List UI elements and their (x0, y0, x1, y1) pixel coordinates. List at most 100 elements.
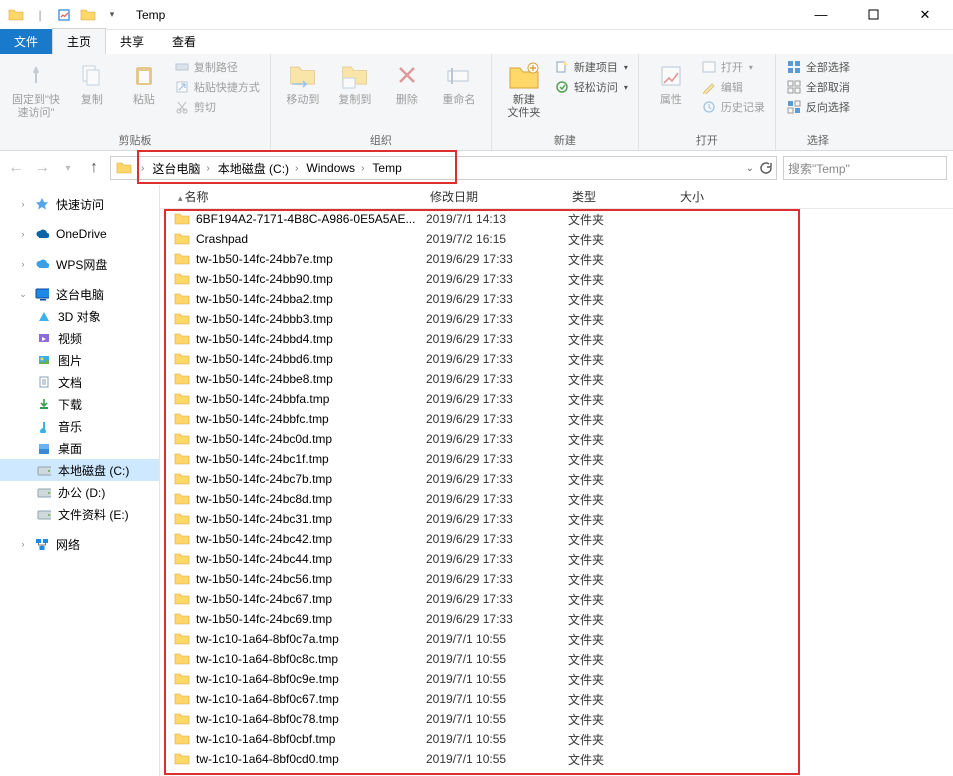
properties-icon (655, 60, 687, 92)
select-none-icon (786, 79, 802, 95)
search-input[interactable]: 搜索"Temp" (783, 156, 947, 180)
recent-dropdown[interactable]: ▾ (58, 163, 78, 174)
file-name: tw-1c10-1a64-8bf0c7a.tmp (196, 632, 426, 646)
file-row[interactable]: Crashpad2019/7/2 16:15文件夹 (160, 229, 953, 249)
paste-shortcut-button[interactable]: 粘贴快捷方式 (174, 78, 260, 96)
sidebar-item-pc-sub[interactable]: 音乐 (0, 415, 159, 437)
sidebar-item-pc-sub[interactable]: 桌面 (0, 437, 159, 459)
file-row[interactable]: 6BF194A2-7171-4B8C-A986-0E5A5AE...2019/7… (160, 209, 953, 229)
file-row[interactable]: tw-1b50-14fc-24bbd6.tmp2019/6/29 17:33文件… (160, 349, 953, 369)
address-bar[interactable]: › 这台电脑› 本地磁盘 (C:)› Windows› Temp ⌄ (110, 156, 777, 180)
forward-button[interactable]: → (32, 159, 52, 177)
sidebar-item-drive-e[interactable]: 文件资料 (E:) (0, 503, 159, 525)
file-row[interactable]: tw-1b50-14fc-24bc8d.tmp2019/6/29 17:33文件… (160, 489, 953, 509)
chevron-down-icon[interactable]: ▾ (102, 5, 122, 25)
sidebar-item-drive-c[interactable]: 本地磁盘 (C:) (0, 459, 159, 481)
tab-home[interactable]: 主页 (52, 28, 106, 54)
file-row[interactable]: tw-1b50-14fc-24bc42.tmp2019/6/29 17:33文件… (160, 529, 953, 549)
col-type[interactable]: 类型 (554, 188, 662, 205)
move-to-button[interactable]: 移动到 (281, 58, 325, 109)
file-row[interactable]: tw-1b50-14fc-24bc1f.tmp2019/6/29 17:33文件… (160, 449, 953, 469)
folder-icon (174, 211, 190, 227)
select-none-button[interactable]: 全部取消 (786, 78, 850, 96)
file-row[interactable]: tw-1b50-14fc-24bbd4.tmp2019/6/29 17:33文件… (160, 329, 953, 349)
sidebar-item-quickaccess[interactable]: ›快速访问 (0, 193, 159, 215)
file-row[interactable]: tw-1c10-1a64-8bf0c8c.tmp2019/7/1 10:55文件… (160, 649, 953, 669)
file-row[interactable]: tw-1b50-14fc-24bbe8.tmp2019/6/29 17:33文件… (160, 369, 953, 389)
open-button[interactable]: 打开▾ (701, 58, 765, 76)
properties-button[interactable]: 属性 (649, 58, 693, 109)
folder-icon (174, 451, 190, 467)
sidebar-item-onedrive[interactable]: ›OneDrive (0, 223, 159, 245)
file-row[interactable]: tw-1b50-14fc-24bc31.tmp2019/6/29 17:33文件… (160, 509, 953, 529)
file-row[interactable]: tw-1b50-14fc-24bbfc.tmp2019/6/29 17:33文件… (160, 409, 953, 429)
sidebar-item-pc-sub[interactable]: 下载 (0, 393, 159, 415)
chevron-right-icon[interactable]: › (361, 163, 364, 174)
sidebar-item-pc-sub[interactable]: 图片 (0, 349, 159, 371)
sidebar-item-drive-d[interactable]: 办公 (D:) (0, 481, 159, 503)
file-row[interactable]: tw-1b50-14fc-24bc56.tmp2019/6/29 17:33文件… (160, 569, 953, 589)
rename-button[interactable]: 重命名 (437, 58, 481, 109)
tab-share[interactable]: 共享 (106, 29, 158, 54)
col-name[interactable]: ▴名称 (160, 188, 412, 205)
address-dropdown-icon[interactable]: ⌄ (746, 163, 754, 174)
col-size[interactable]: 大小 (662, 188, 704, 205)
file-name: Crashpad (196, 232, 426, 246)
cut-button[interactable]: 剪切 (174, 98, 260, 116)
new-item-button[interactable]: 新建项目▾ (554, 58, 628, 76)
file-row[interactable]: tw-1b50-14fc-24bc0d.tmp2019/6/29 17:33文件… (160, 429, 953, 449)
up-button[interactable]: ↑ (84, 159, 104, 177)
sidebar-item-wps[interactable]: ›WPS网盘 (0, 253, 159, 275)
qat-properties-icon[interactable] (54, 5, 74, 25)
edit-button[interactable]: 编辑 (701, 78, 765, 96)
close-button[interactable]: ✕ (903, 1, 947, 29)
history-button[interactable]: 历史记录 (701, 98, 765, 116)
pin-quickaccess-button[interactable]: 固定到"快 速访问" (10, 58, 62, 122)
col-date[interactable]: 修改日期 (412, 188, 554, 205)
file-row[interactable]: tw-1b50-14fc-24bc69.tmp2019/6/29 17:33文件… (160, 609, 953, 629)
file-row[interactable]: tw-1b50-14fc-24bc7b.tmp2019/6/29 17:33文件… (160, 469, 953, 489)
maximize-button[interactable] (851, 1, 895, 29)
file-row[interactable]: tw-1b50-14fc-24bb7e.tmp2019/6/29 17:33文件… (160, 249, 953, 269)
file-row[interactable]: tw-1b50-14fc-24bc44.tmp2019/6/29 17:33文件… (160, 549, 953, 569)
paste-button[interactable]: 粘贴 (122, 58, 166, 109)
file-date: 2019/6/29 17:33 (426, 472, 568, 486)
file-row[interactable]: tw-1c10-1a64-8bf0c67.tmp2019/7/1 10:55文件… (160, 689, 953, 709)
file-row[interactable]: tw-1c10-1a64-8bf0c7a.tmp2019/7/1 10:55文件… (160, 629, 953, 649)
tab-view[interactable]: 查看 (158, 29, 210, 54)
copy-to-button[interactable]: 复制到 (333, 58, 377, 109)
delete-button[interactable]: 删除 (385, 58, 429, 109)
file-row[interactable]: tw-1c10-1a64-8bf0cbf.tmp2019/7/1 10:55文件… (160, 729, 953, 749)
invert-selection-button[interactable]: 反向选择 (786, 98, 850, 116)
file-row[interactable]: tw-1b50-14fc-24bba2.tmp2019/6/29 17:33文件… (160, 289, 953, 309)
sidebar-item-network[interactable]: ›网络 (0, 533, 159, 555)
file-row[interactable]: tw-1c10-1a64-8bf0c9e.tmp2019/7/1 10:55文件… (160, 669, 953, 689)
file-row[interactable]: tw-1c10-1a64-8bf0c78.tmp2019/7/1 10:55文件… (160, 709, 953, 729)
sidebar-item-pc-sub[interactable]: 视频 (0, 327, 159, 349)
chevron-right-icon[interactable]: › (295, 163, 298, 174)
sidebar-item-pc-sub[interactable]: 文档 (0, 371, 159, 393)
breadcrumb: Temp (368, 157, 405, 179)
copy-button[interactable]: 复制 (70, 58, 114, 109)
minimize-button[interactable]: — (799, 1, 843, 29)
file-row[interactable]: tw-1b50-14fc-24bc67.tmp2019/6/29 17:33文件… (160, 589, 953, 609)
qat-dropdown-icon[interactable] (78, 5, 98, 25)
folder-icon (174, 711, 190, 727)
new-folder-button[interactable]: 新建 文件夹 (502, 58, 546, 122)
file-row[interactable]: tw-1c10-1a64-8bf0cd0.tmp2019/7/1 10:55文件… (160, 749, 953, 769)
file-row[interactable]: tw-1b50-14fc-24bbb3.tmp2019/6/29 17:33文件… (160, 309, 953, 329)
refresh-icon[interactable] (758, 161, 772, 175)
folder-icon (174, 591, 190, 607)
copy-path-button[interactable]: 复制路径 (174, 58, 260, 76)
file-row[interactable]: tw-1b50-14fc-24bb90.tmp2019/6/29 17:33文件… (160, 269, 953, 289)
back-button[interactable]: ← (6, 159, 26, 177)
file-row[interactable]: tw-1b50-14fc-24bbfa.tmp2019/6/29 17:33文件… (160, 389, 953, 409)
sidebar-item-pc-sub[interactable]: 3D 对象 (0, 305, 159, 327)
sidebar-item-thispc[interactable]: ⌄这台电脑 (0, 283, 159, 305)
easy-access-button[interactable]: 轻松访问▾ (554, 78, 628, 96)
chevron-right-icon[interactable]: › (206, 163, 209, 174)
chevron-right-icon[interactable]: › (141, 163, 144, 174)
file-date: 2019/6/29 17:33 (426, 592, 568, 606)
tab-file[interactable]: 文件 (0, 29, 52, 54)
select-all-button[interactable]: 全部选择 (786, 58, 850, 76)
